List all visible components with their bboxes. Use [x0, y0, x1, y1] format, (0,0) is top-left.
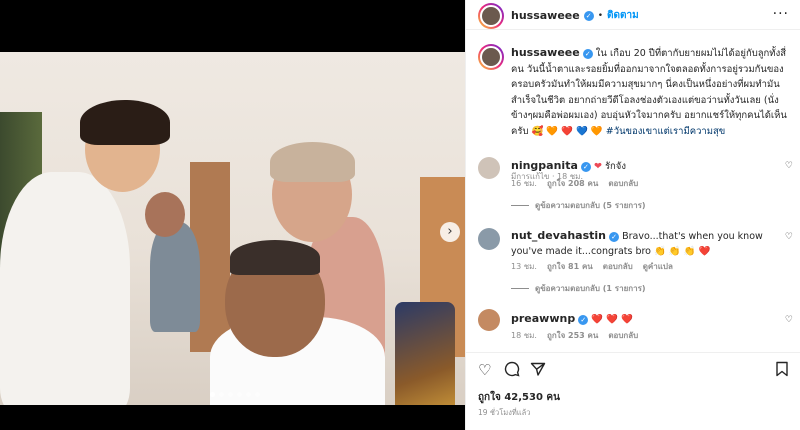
avatar[interactable]: [478, 157, 500, 179]
comment-text: ❤️ ❤️ ❤️: [591, 314, 633, 325]
comment-like-icon[interactable]: ♡: [785, 161, 793, 171]
post-photo: [0, 52, 465, 405]
comment-time: 13 ชม.: [511, 262, 537, 271]
comment-username[interactable]: preawwnp: [511, 312, 575, 325]
post-actions-bar: ♡: [466, 352, 800, 382]
more-options-icon[interactable]: ···: [773, 6, 789, 22]
carousel-dot: [255, 392, 260, 397]
avatar[interactable]: [478, 3, 504, 29]
reply-button[interactable]: ตอบกลับ: [608, 329, 638, 342]
separator-dot: •: [597, 10, 604, 21]
avatar[interactable]: [478, 228, 500, 250]
carousel-dot: [210, 392, 215, 397]
save-bookmark-icon[interactable]: [775, 361, 789, 381]
share-send-icon[interactable]: [530, 361, 546, 381]
caption-username[interactable]: hussaweee: [511, 46, 580, 59]
post-header: hussaweee ✓ • ติดตาม ···: [466, 0, 800, 30]
comment-text: รักจัง: [604, 161, 627, 172]
like-count[interactable]: ถูกใจ 42,530 คน: [478, 390, 560, 405]
view-replies-label: ดูข้อความตอบกลับ (1 รายการ): [535, 284, 646, 293]
comment-likes[interactable]: ถูกใจ 81 คน: [547, 260, 593, 273]
view-replies-label: ดูข้อความตอบกลับ (5 รายการ): [535, 201, 646, 210]
comment-meta: 18 ชม. ถูกใจ 253 คน ตอบกลับ: [511, 329, 638, 342]
caption-hashtag[interactable]: 🧡 #วันของเขาแต่เรามีความสุข: [591, 126, 725, 137]
reply-button[interactable]: ตอบกลับ: [608, 177, 638, 190]
verified-badge-icon: ✓: [580, 161, 591, 172]
verified-badge-icon: ✓: [578, 314, 589, 325]
reply-button[interactable]: ตอบกลับ: [603, 260, 633, 273]
carousel-dot: [228, 392, 233, 397]
avatar[interactable]: [478, 309, 500, 331]
heart-emoji: ❤: [593, 161, 602, 172]
view-replies-button[interactable]: ดูข้อความตอบกลับ (1 รายการ): [511, 282, 646, 295]
comment-time: 18 ชม.: [511, 331, 537, 340]
comment-meta: 13 ชม. ถูกใจ 81 คน ตอบกลับ ดูคำแปล: [511, 260, 673, 273]
comment-time: 16 ชม.: [511, 179, 537, 188]
comment-like-icon[interactable]: ♡: [785, 315, 793, 325]
carousel-dot: [237, 392, 242, 397]
verified-badge-icon: ✓: [582, 48, 593, 59]
carousel-next-button[interactable]: ›: [440, 222, 460, 242]
avatar[interactable]: [478, 44, 504, 70]
post-timestamp: 19 ชั่วโมงที่แล้ว: [478, 408, 531, 417]
comment-likes[interactable]: ถูกใจ 208 คน: [547, 177, 598, 190]
carousel-dot: [219, 392, 224, 397]
post-media: ›: [0, 0, 465, 430]
caption-text-block: hussaweee ✓ ใน เกือบ 20 ปีที่ตากับยายผมไ…: [511, 45, 791, 139]
comment-username[interactable]: nut_devahastin: [511, 229, 606, 242]
author-username[interactable]: hussaweee: [511, 9, 580, 22]
comment-bubble-icon[interactable]: [504, 361, 520, 381]
like-heart-icon[interactable]: ♡: [478, 361, 491, 379]
post-sidebar: hussaweee ✓ • ติดตาม ··· hussaweee ✓ ใน …: [465, 0, 800, 430]
verified-badge-icon: ✓: [609, 231, 620, 242]
comment-like-icon[interactable]: ♡: [785, 232, 793, 242]
caption-body: ใน เกือบ 20 ปีที่ตากับยายผมไม่ได้อยู่กับ…: [511, 48, 787, 137]
carousel-dot: [246, 392, 251, 397]
comment-username[interactable]: ningpanita: [511, 159, 578, 172]
follow-button[interactable]: ติดตาม: [607, 8, 639, 23]
comment-likes[interactable]: ถูกใจ 253 คน: [547, 329, 598, 342]
view-replies-button[interactable]: ดูข้อความตอบกลับ (5 รายการ): [511, 199, 646, 212]
verified-badge-icon: ✓: [583, 10, 594, 21]
carousel-dots: [210, 392, 260, 397]
comment-meta: 16 ชม. ถูกใจ 208 คน ตอบกลับ: [511, 177, 638, 190]
see-translation-button[interactable]: ดูคำแปล: [643, 260, 673, 273]
